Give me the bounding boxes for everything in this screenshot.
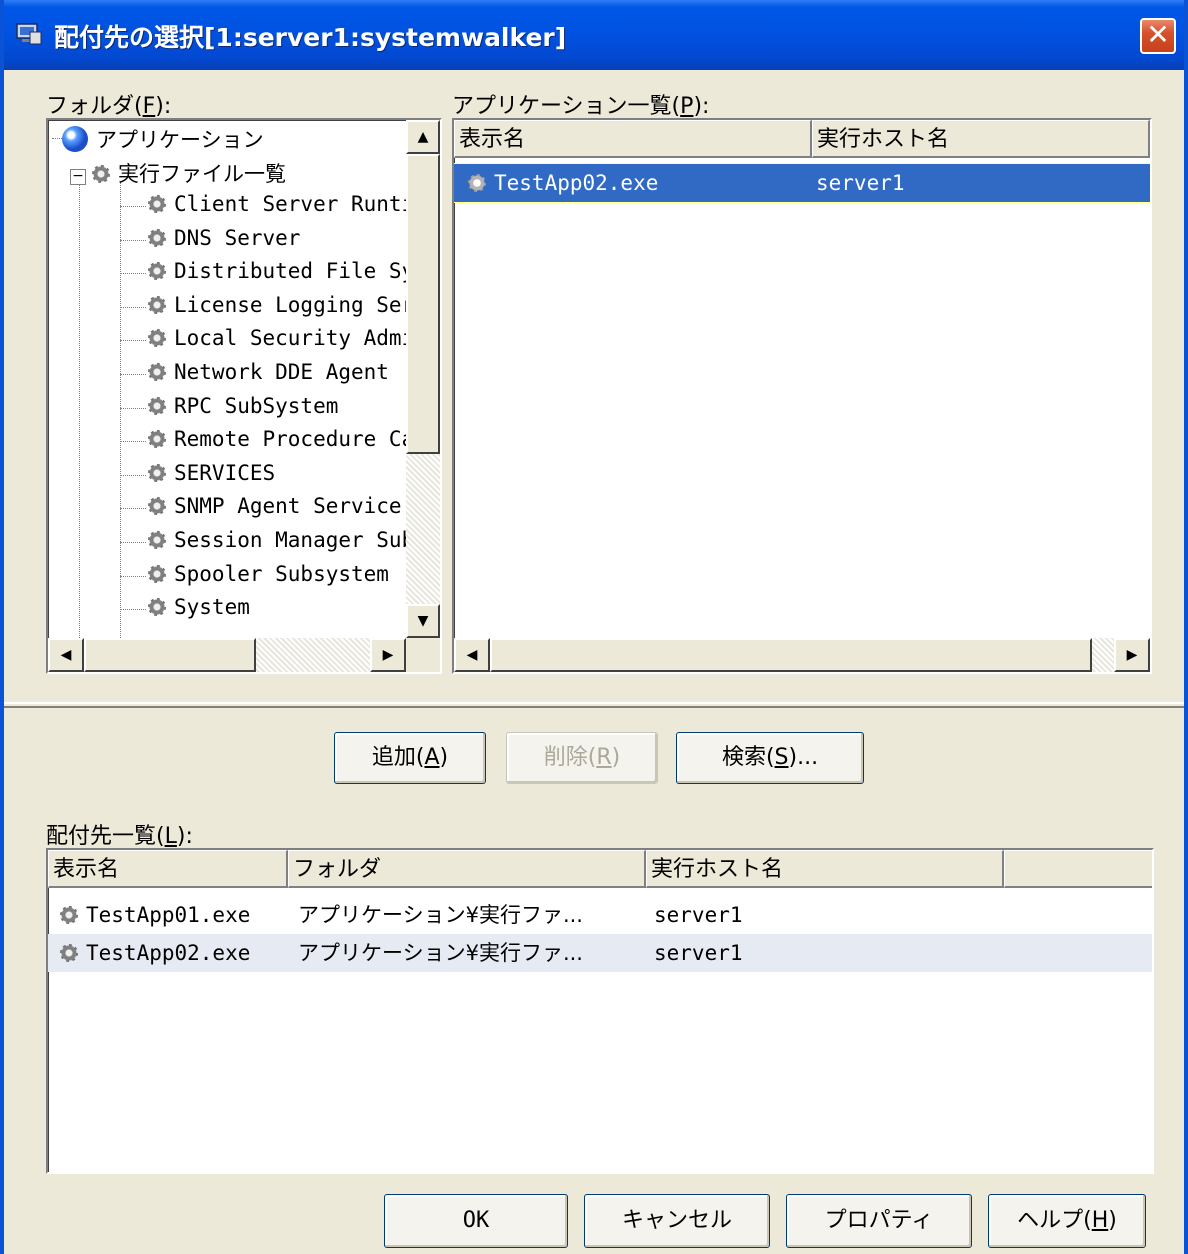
scroll-left-button[interactable]: ◀ bbox=[48, 638, 84, 672]
collapse-icon[interactable]: − bbox=[70, 169, 86, 185]
gear-icon bbox=[148, 262, 166, 281]
app-col-host-name[interactable]: 実行ホスト名 bbox=[812, 120, 1150, 158]
gear-icon bbox=[92, 165, 110, 183]
cancel-button[interactable]: キャンセル bbox=[584, 1194, 770, 1248]
tree-node-service[interactable]: RPC SubSystem bbox=[148, 394, 338, 418]
gear-icon bbox=[148, 396, 166, 415]
tree-node-label: DNS Server bbox=[174, 225, 301, 250]
gear-icon bbox=[148, 228, 166, 247]
app-list-label: アプリケーション一覧(P): bbox=[452, 94, 710, 119]
gear-icon bbox=[468, 174, 486, 192]
properties-button[interactable]: プロパティ bbox=[786, 1194, 972, 1248]
tree-node-label: SNMP Agent Service bbox=[174, 494, 402, 519]
globe-icon bbox=[62, 126, 88, 152]
window-app-icon bbox=[16, 23, 42, 45]
tree-node-label: Session Manager Sub bbox=[174, 528, 415, 552]
gear-icon bbox=[148, 463, 166, 482]
gear-icon bbox=[148, 564, 166, 583]
tree-node-label: License Logging Ser bbox=[174, 292, 415, 317]
gear-icon bbox=[148, 430, 166, 449]
window-title: 配付先の選択[1:server1:systemwalker] bbox=[54, 23, 567, 52]
search-button[interactable]: 検索(S)... bbox=[676, 732, 864, 784]
tree-node-service[interactable]: System bbox=[148, 595, 250, 619]
gear-icon bbox=[148, 497, 166, 516]
tree-node-service[interactable]: License Logging Ser bbox=[148, 293, 414, 317]
dest-row[interactable]: TestApp01.exe アプリケーション¥実行ファ... server1 bbox=[48, 896, 1152, 934]
tree-node-label: Local Security Admi bbox=[174, 326, 415, 351]
delete-button[interactable]: 削除(R) bbox=[506, 732, 658, 784]
pane-separator[interactable] bbox=[4, 702, 1184, 708]
tree-node-label: Network DDE Agent bbox=[174, 360, 389, 384]
tree-node-label: Spooler Subsystem bbox=[174, 561, 389, 586]
ok-button[interactable]: OK bbox=[384, 1194, 568, 1248]
folder-label: フォルダ(F): bbox=[46, 94, 172, 119]
folder-hscrollbar[interactable]: ◀ ▶ bbox=[48, 638, 406, 672]
scroll-up-button[interactable]: ▲ bbox=[406, 120, 440, 154]
gear-icon bbox=[148, 363, 166, 381]
app-list[interactable]: 表示名 実行ホスト名 TestApp02.exe server1 ◀ ▶ bbox=[452, 118, 1152, 674]
tree-node-service[interactable]: DNS Server bbox=[148, 226, 300, 250]
dest-col-display-name[interactable]: 表示名 bbox=[48, 850, 288, 888]
tree-node-label: Distributed File Sy bbox=[174, 259, 415, 284]
folder-vscrollbar[interactable]: ▲ ▼ bbox=[406, 120, 440, 638]
gear-icon bbox=[148, 598, 166, 617]
gear-icon bbox=[60, 944, 78, 962]
tree-node-service[interactable]: Network DDE Agent bbox=[148, 360, 389, 384]
tree-node-label: Client Server Runti bbox=[174, 192, 415, 216]
gear-icon bbox=[148, 531, 166, 549]
dest-row[interactable]: TestApp02.exe アプリケーション¥実行ファ... server1 bbox=[48, 934, 1152, 972]
tree-node-applications[interactable]: アプリケーション bbox=[62, 124, 264, 154]
folder-hscroll-thumb[interactable] bbox=[84, 638, 256, 672]
tree-node-label: Remote Procedure Ca bbox=[174, 427, 415, 452]
scroll-right-button[interactable]: ▶ bbox=[370, 638, 406, 672]
tree-node-service[interactable]: SERVICES bbox=[148, 461, 275, 485]
tree-node-service[interactable]: Local Security Admi bbox=[148, 326, 414, 350]
title-bar[interactable]: 配付先の選択[1:server1:systemwalker] ✕ bbox=[4, 0, 1184, 70]
app-col-display-name[interactable]: 表示名 bbox=[454, 120, 812, 158]
scroll-down-button[interactable]: ▼ bbox=[406, 604, 440, 638]
tree-node-service[interactable]: Client Server Runti bbox=[148, 192, 414, 216]
folder-vscroll-thumb[interactable] bbox=[406, 154, 440, 454]
app-row-selected[interactable]: TestApp02.exe server1 bbox=[454, 163, 1150, 203]
app-hscroll-thumb[interactable] bbox=[490, 638, 1092, 672]
destination-list[interactable]: 表示名 フォルダ 実行ホスト名 TestApp01.exe アプリケーション¥実… bbox=[46, 848, 1154, 1174]
tree-node-service[interactable]: Session Manager Sub bbox=[148, 528, 414, 552]
add-button[interactable]: 追加(A) bbox=[334, 732, 486, 784]
close-icon: ✕ bbox=[1146, 18, 1170, 51]
dest-col-host-name[interactable]: 実行ホスト名 bbox=[646, 850, 1004, 888]
tree-node-service[interactable]: SNMP Agent Service bbox=[148, 494, 402, 518]
gear-icon bbox=[148, 195, 166, 213]
dest-col-folder[interactable]: フォルダ bbox=[288, 850, 646, 888]
tree-node-service[interactable]: Distributed File Sy bbox=[148, 259, 414, 283]
scroll-left-button[interactable]: ◀ bbox=[454, 638, 490, 672]
gear-icon bbox=[148, 295, 166, 314]
tree-node-label: System bbox=[174, 595, 250, 620]
tree-node-label: SERVICES bbox=[174, 460, 276, 485]
tree-node-service[interactable]: Remote Procedure Ca bbox=[148, 427, 414, 451]
scroll-right-button[interactable]: ▶ bbox=[1114, 638, 1150, 672]
tree-node-service[interactable]: Spooler Subsystem bbox=[148, 562, 389, 586]
gear-icon bbox=[60, 906, 78, 924]
close-button[interactable]: ✕ bbox=[1140, 18, 1176, 54]
app-hscrollbar[interactable]: ◀ ▶ bbox=[454, 638, 1150, 672]
help-button[interactable]: ヘルプ(H) bbox=[988, 1194, 1146, 1248]
gear-icon bbox=[148, 329, 166, 348]
folder-tree[interactable]: アプリケーション − 実行ファイル一覧 Client Server Runti DN… bbox=[46, 118, 442, 674]
tree-node-executables[interactable]: − 実行ファイル一覧 bbox=[70, 158, 286, 188]
destination-list-label: 配付先一覧(L): bbox=[46, 824, 193, 849]
dialog-window: 配付先の選択[1:server1:systemwalker] ✕ フォルダ(F)… bbox=[0, 0, 1188, 1254]
tree-node-label: RPC SubSystem bbox=[174, 393, 339, 418]
